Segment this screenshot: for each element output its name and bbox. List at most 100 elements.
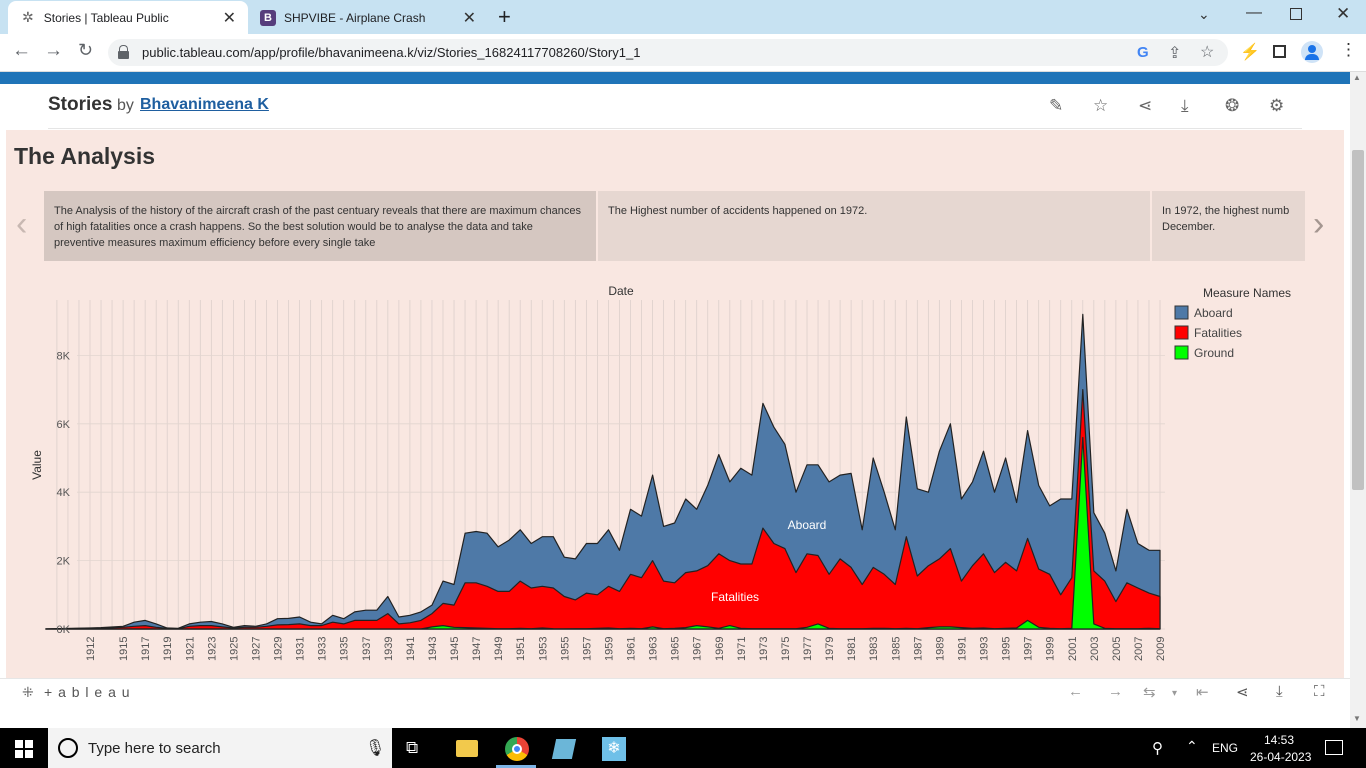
x-tick-label: 1935 [339, 637, 351, 661]
x-tick-label: 1991 [956, 637, 968, 661]
close-tab-icon[interactable]: ✕ [463, 8, 476, 28]
minimize-icon[interactable]: — [1246, 4, 1262, 22]
taskbar-search-placeholder[interactable]: Type here to search [88, 740, 221, 757]
award-badge-icon[interactable]: ❂ [1225, 96, 1239, 116]
x-tick-label: 1921 [184, 637, 196, 661]
close-window-icon[interactable]: ✕ [1336, 4, 1350, 24]
tableau-logo-icon[interactable]: ⁜ [22, 684, 34, 701]
revert-dropdown-icon[interactable]: ▾ [1172, 688, 1177, 699]
x-tick-label: 1971 [736, 637, 748, 661]
tab-search-chevron-icon[interactable]: ⌄ [1198, 6, 1210, 23]
download-viz-icon[interactable]: ⤓ [1276, 683, 1283, 700]
x-tick-label: 1953 [537, 637, 549, 661]
share-page-icon[interactable]: ⇪ [1168, 43, 1181, 63]
story-point-2[interactable]: The Highest number of accidents happened… [598, 191, 1150, 261]
tab-shpvibe[interactable]: B SHPVIBE - Airplane Crash ✕ [252, 1, 488, 34]
download-icon[interactable]: ⤓ [1181, 96, 1189, 116]
scroll-down-icon[interactable]: ▼ [1353, 714, 1361, 723]
language-indicator[interactable]: ENG [1212, 741, 1238, 755]
x-tick-label: 1939 [383, 637, 395, 661]
x-tick-labels: 1912 1915 1917 1919 1921 1923 1925 1927 1929 1931… [85, 637, 1167, 661]
x-tick-label: 1985 [890, 637, 902, 661]
restore-icon[interactable] [1290, 8, 1302, 20]
google-g-icon[interactable]: G [1137, 44, 1149, 61]
legend-swatch[interactable] [1174, 345, 1189, 360]
legend-swatch[interactable] [1174, 325, 1189, 340]
x-tick-label: 1912 [85, 637, 97, 661]
x-tick-label: 1999 [1045, 637, 1057, 661]
people-icon[interactable]: ⚲ [1152, 739, 1163, 757]
x-tick-label: 1989 [934, 637, 946, 661]
file-explorer-icon[interactable] [456, 740, 478, 757]
tableau-favicon-icon: ✲ [22, 9, 34, 25]
task-view-icon[interactable]: ⧉ [406, 738, 418, 758]
x-tick-label: 1915 [118, 637, 130, 661]
close-tab-icon[interactable]: ✕ [223, 8, 236, 28]
story-point-3[interactable]: In 1972, the highest numb December. [1152, 191, 1305, 261]
reset-icon[interactable]: ⇤ [1196, 683, 1209, 701]
x-tick-label: 1945 [449, 637, 461, 661]
bookmark-star-icon[interactable]: ☆ [1200, 42, 1214, 62]
url-text[interactable]: public.tableau.com/app/profile/bhavanime… [142, 45, 640, 60]
x-tick-label: 1979 [824, 637, 836, 661]
x-tick-label: 2003 [1089, 637, 1101, 661]
tab-title: Stories | Tableau Public [43, 10, 169, 25]
browser-menu-icon[interactable]: ⋮ [1340, 40, 1357, 60]
x-tick-label: 1995 [1001, 637, 1013, 661]
legend-swatch[interactable] [1174, 305, 1189, 320]
legend: Aboard Fatalities Ground [1174, 305, 1242, 360]
clock-time[interactable]: 14:53 [1264, 733, 1294, 747]
tableau-brand[interactable]: + a b l e a u [44, 684, 131, 700]
side-panel-icon[interactable] [1273, 45, 1286, 58]
extensions-icon[interactable]: ⚡ [1240, 42, 1260, 62]
reload-icon[interactable]: ↻ [78, 40, 93, 61]
chart-areas [45, 313, 1161, 630]
favorite-star-icon[interactable]: ☆ [1093, 96, 1108, 116]
x-tick-label: 1923 [206, 637, 218, 661]
revert-icon[interactable]: ⇆ [1143, 683, 1156, 701]
show-hidden-icons[interactable]: ⌃ [1186, 738, 1198, 755]
tab-tableau-stories[interactable]: ✲ Stories | Tableau Public ✕ [8, 1, 248, 34]
chrome-taskbar-icon[interactable] [505, 737, 529, 761]
scroll-up-icon[interactable]: ▲ [1353, 73, 1361, 82]
by-label: by [117, 97, 134, 114]
fatalities-area-label: Fatalities [711, 590, 759, 604]
windows-start-icon[interactable] [15, 740, 33, 758]
clock-date[interactable]: 26-04-2023 [1250, 750, 1311, 764]
settings-gear-icon[interactable]: ⚙ [1269, 96, 1284, 116]
legend-label[interactable]: Fatalities [1194, 326, 1242, 340]
notepad-app-icon[interactable] [551, 739, 577, 759]
notifications-icon[interactable] [1325, 740, 1343, 755]
x-tick-label: 2009 [1155, 637, 1167, 661]
legend-label[interactable]: Ground [1194, 346, 1234, 360]
legend-label[interactable]: Aboard [1194, 306, 1233, 320]
x-tick-label: 2007 [1133, 637, 1145, 661]
undo-icon[interactable]: ← [1068, 683, 1083, 700]
scrollbar-thumb[interactable] [1352, 150, 1364, 490]
x-tick-label: 2001 [1067, 637, 1079, 661]
back-icon[interactable]: ← [12, 40, 31, 62]
prev-story-point-icon[interactable]: ‹ [16, 205, 27, 244]
edit-viz-icon[interactable]: ✎ [1049, 96, 1063, 116]
share-viz-icon[interactable]: ⋖ [1236, 683, 1249, 701]
x-tick-label: 1955 [559, 637, 571, 661]
x-tick-label: 1959 [604, 637, 616, 661]
fullscreen-icon[interactable]: ⛶ [1314, 683, 1325, 700]
story-point-1[interactable]: The Analysis of the history of the aircr… [44, 191, 596, 261]
author-link[interactable]: Bhavanimeena K [140, 96, 269, 114]
redo-icon[interactable]: → [1108, 683, 1123, 700]
new-tab-icon[interactable]: + [498, 4, 511, 30]
profile-avatar-icon[interactable] [1301, 41, 1323, 63]
x-tick-label: 1937 [361, 637, 373, 661]
x-tick-label: 2005 [1111, 637, 1123, 661]
x-tick-label: 1931 [295, 637, 307, 661]
x-tick-label: 1933 [317, 637, 329, 661]
share-icon[interactable]: ⋖ [1138, 96, 1152, 116]
y-tick-label: 2K [57, 556, 71, 568]
forward-icon[interactable]: → [44, 40, 63, 62]
next-story-point-icon[interactable]: › [1313, 205, 1324, 244]
microphone-icon[interactable]: 🎙 [365, 738, 385, 758]
story-title: The Analysis [14, 143, 156, 169]
y-tick-label: 0K [57, 624, 71, 636]
snowflake-app-icon[interactable]: ❄ [602, 737, 626, 761]
